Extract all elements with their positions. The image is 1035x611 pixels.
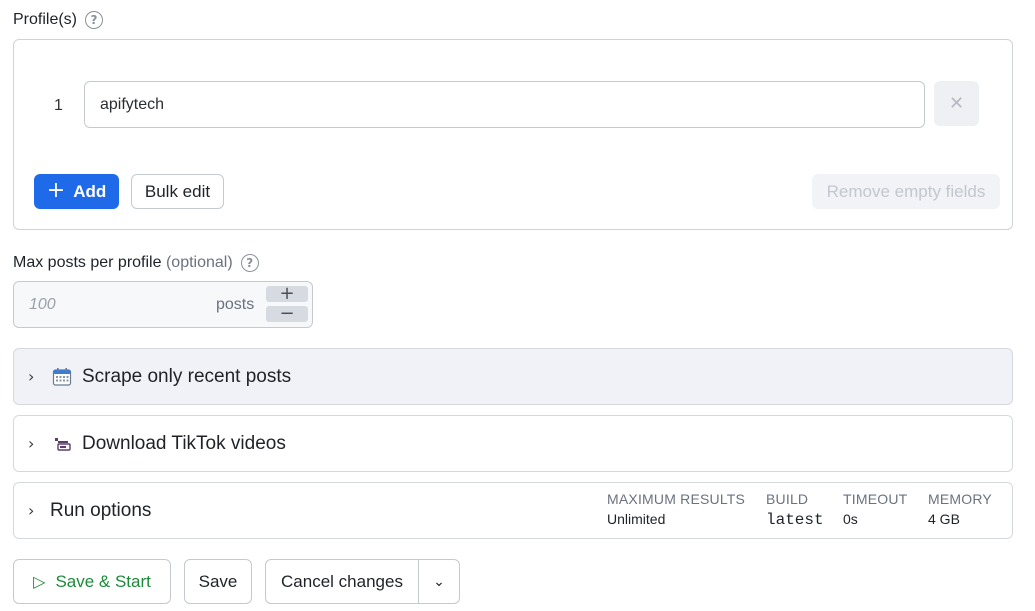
stat-value: 0s [843,511,858,527]
bulk-edit-button[interactable]: Bulk edit [131,174,224,209]
stat-build: BUILD latest [766,491,824,529]
decrement-button[interactable]: − [266,305,308,323]
increment-button[interactable]: + [266,285,308,303]
stat-value: 4 GB [928,511,960,527]
chevron-right-icon: › [28,501,35,520]
profile-input[interactable] [84,81,925,128]
remove-empty-fields-button[interactable]: Remove empty fields [812,174,1000,209]
section-title: Run options [50,499,152,521]
video-download-icon [52,434,72,454]
profiles-editor: 1 ✕ + Add Bulk edit Remove empty fields [13,39,1013,230]
play-icon: ▷ [33,572,46,591]
dropdown-toggle[interactable]: ⌄ [419,560,459,603]
max-posts-field: posts + − [13,281,313,328]
help-icon[interactable]: ? [85,11,104,29]
save-start-label: Save & Start [55,571,151,591]
stat-memory: MEMORY 4 GB [928,491,992,527]
stat-value: latest [766,511,824,529]
stat-value: Unlimited [607,511,666,527]
save-button[interactable]: Save [184,559,252,604]
stat-label: BUILD [766,491,809,507]
add-button[interactable]: + Add [34,174,119,209]
max-posts-input[interactable] [14,282,214,327]
section-title: Scrape only recent posts [82,365,292,387]
unit-label: posts [216,296,255,313]
section-run-options[interactable]: › Run options MAXIMUM RESULTS Unlimited … [13,482,1013,539]
calendar-icon [52,367,72,387]
remove-row-button[interactable]: ✕ [934,81,979,126]
help-icon[interactable]: ? [240,254,259,272]
stat-label: MAXIMUM RESULTS [607,491,746,507]
section-title: Download TikTok videos [82,432,286,454]
row-index: 1 [54,97,63,114]
stat-label: MEMORY [928,491,992,507]
section-download-videos[interactable]: › Download TikTok videos [13,415,1013,472]
chevron-down-icon: ⌄ [433,573,445,590]
section-scrape-recent-posts[interactable]: › Scrape only recent posts [13,348,1013,405]
optional-label: (optional) [165,254,233,271]
chevron-right-icon: › [28,434,35,453]
cancel-changes-button[interactable]: Cancel changes [266,560,419,603]
plus-icon: + [46,177,66,203]
profiles-label: Profile(s) [13,11,78,28]
save-and-start-button[interactable]: ▷ Save & Start [13,559,171,604]
stat-label: TIMEOUT [843,491,908,507]
max-posts-label: Max posts per profile [13,254,162,271]
stat-max-results: MAXIMUM RESULTS Unlimited [607,491,745,527]
profiles-label-row: Profile(s) ? [13,11,104,29]
max-posts-label-row: Max posts per profile (optional) ? [13,254,259,272]
add-label: Add [73,181,107,201]
stat-timeout: TIMEOUT 0s [843,491,907,527]
chevron-right-icon: › [28,367,35,386]
cancel-changes-group: Cancel changes ⌄ [265,559,460,604]
close-icon: ✕ [948,93,965,114]
